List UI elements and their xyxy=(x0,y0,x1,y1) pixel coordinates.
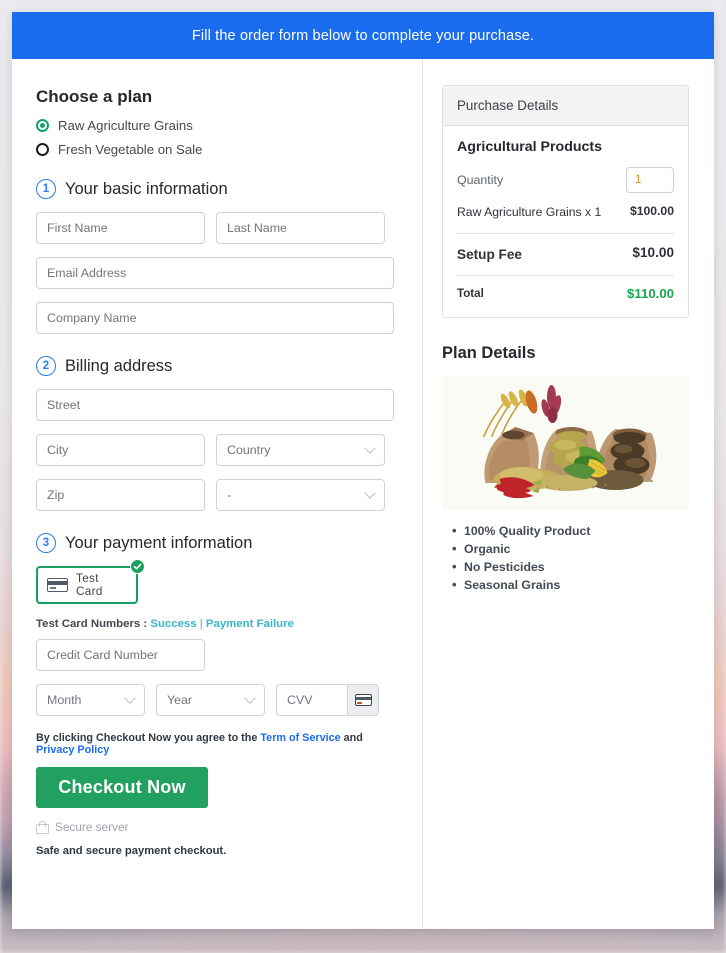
secure-server-row: Secure server xyxy=(36,820,394,834)
company-row xyxy=(36,302,394,334)
cvv-input[interactable]: CVV xyxy=(276,684,347,716)
country-select[interactable]: Country xyxy=(216,434,385,466)
test-card-option[interactable]: Test Card xyxy=(36,566,138,604)
company-name-input[interactable] xyxy=(36,302,394,334)
credit-card-number-input[interactable] xyxy=(36,639,205,671)
setup-fee-amount: $10.00 xyxy=(632,244,674,260)
test-card-option-wrap: Test Card xyxy=(36,559,145,604)
grain-sacks-photo xyxy=(442,375,689,511)
city-input[interactable] xyxy=(36,434,205,466)
step-title: Your payment information xyxy=(65,533,253,552)
quantity-stepper[interactable] xyxy=(626,167,674,193)
plan-option-label: Fresh Vegetable on Sale xyxy=(58,142,203,157)
test-card-failure-link[interactable]: Payment Failure xyxy=(206,618,294,630)
email-row xyxy=(36,257,394,289)
expiry-cvv-row: Month Year CVV xyxy=(36,684,394,716)
name-row xyxy=(36,212,394,244)
cvv-group: CVV xyxy=(276,684,379,716)
term-of-service-link[interactable]: Term of Service xyxy=(260,732,340,744)
list-item: No Pesticides xyxy=(452,559,689,574)
expiry-month-select[interactable]: Month xyxy=(36,684,145,716)
step-header-basic-information: 1 Your basic information xyxy=(36,179,394,199)
plan-option-raw-agriculture-grains[interactable]: Raw Agriculture Grains xyxy=(36,118,394,133)
radio-selected-icon[interactable] xyxy=(36,119,49,132)
terms-prefix: By clicking Checkout Now you agree to th… xyxy=(36,732,258,744)
privacy-policy-link[interactable]: Privacy Policy xyxy=(36,744,109,756)
expiry-year-select[interactable]: Year xyxy=(156,684,265,716)
order-form-column: Choose a plan Raw Agriculture Grains Fre… xyxy=(12,59,423,929)
zip-input[interactable] xyxy=(36,479,205,511)
product-name: Agricultural Products xyxy=(457,139,603,155)
test-card-numbers-label: Test Card Numbers : xyxy=(36,618,148,630)
cvv-card-icon-button[interactable] xyxy=(347,684,379,716)
step-number-badge: 2 xyxy=(36,356,56,376)
total-row: Total $110.00 xyxy=(457,276,674,305)
list-item: 100% Quality Product xyxy=(452,523,689,538)
test-card-label: Test Card xyxy=(76,572,103,598)
state-select[interactable]: - xyxy=(216,479,385,511)
line-item-amount: $100.00 xyxy=(629,204,674,218)
plan-benefits-list: 100% Quality Product Organic No Pesticid… xyxy=(442,523,689,592)
step-header-payment-information: 3 Your payment information xyxy=(36,533,394,553)
credit-card-icon xyxy=(354,694,372,706)
setup-fee-label: Setup Fee xyxy=(457,246,522,262)
first-name-input[interactable] xyxy=(36,212,205,244)
test-card-separator: | xyxy=(199,618,203,630)
credit-card-icon xyxy=(47,578,68,592)
secure-server-label: Secure server xyxy=(55,820,129,834)
checkout-card: Fill the order form below to complete yo… xyxy=(12,12,714,929)
plan-option-label: Raw Agriculture Grains xyxy=(58,118,193,133)
step-title: Your basic information xyxy=(65,179,228,198)
last-name-input[interactable] xyxy=(216,212,385,244)
radio-unselected-icon[interactable] xyxy=(36,143,49,156)
total-label: Total xyxy=(457,287,484,301)
card-number-row xyxy=(36,639,394,671)
expiry-month-value: Month xyxy=(36,684,145,716)
topbar-message: Fill the order form below to complete yo… xyxy=(191,27,535,44)
expiry-year-value: Year xyxy=(156,684,265,716)
step-number-badge: 1 xyxy=(36,179,56,199)
safe-checkout-note: Safe and secure payment checkout. xyxy=(36,845,227,857)
checkout-now-button[interactable]: Checkout Now xyxy=(36,767,208,808)
choose-plan-heading: Choose a plan xyxy=(36,87,153,106)
zip-state-row: - xyxy=(36,479,394,511)
email-field[interactable] xyxy=(36,257,394,289)
lock-icon xyxy=(36,820,49,834)
line-item-label: Raw Agriculture Grains x 1 xyxy=(457,205,602,219)
plan-details-title: Plan Details xyxy=(442,344,536,363)
city-country-row: Country xyxy=(36,434,394,466)
summary-column: Purchase Details Agricultural Products Q… xyxy=(423,59,714,929)
step-header-billing-address: 2 Billing address xyxy=(36,356,394,376)
purchase-details-panel: Purchase Details Agricultural Products Q… xyxy=(442,85,689,319)
list-item: Seasonal Grains xyxy=(452,577,689,592)
street-row xyxy=(36,389,394,421)
card-body: Choose a plan Raw Agriculture Grains Fre… xyxy=(12,59,714,929)
check-circle-icon xyxy=(130,559,145,574)
test-card-success-link[interactable]: Success xyxy=(150,618,196,630)
test-card-numbers-row: Test Card Numbers : Success | Payment Fa… xyxy=(36,618,394,630)
quantity-row: Quantity xyxy=(457,167,674,193)
purchase-details-title: Purchase Details xyxy=(443,86,688,126)
total-amount: $110.00 xyxy=(627,286,674,302)
topbar-banner: Fill the order form below to complete yo… xyxy=(12,12,714,59)
purchase-details-body: Agricultural Products Quantity Raw Agric… xyxy=(443,126,688,317)
state-select-value: - xyxy=(216,479,385,511)
list-item: Organic xyxy=(452,541,689,556)
country-select-value: Country xyxy=(216,434,385,466)
quantity-label: Quantity xyxy=(457,173,504,187)
plan-option-fresh-vegetable-on-sale[interactable]: Fresh Vegetable on Sale xyxy=(36,142,394,157)
setup-fee-row: Setup Fee $10.00 xyxy=(457,234,674,276)
step-title: Billing address xyxy=(65,356,173,375)
step-number-badge: 3 xyxy=(36,533,56,553)
terms-and: and xyxy=(343,732,363,744)
street-input[interactable] xyxy=(36,389,394,421)
terms-agreement-text: By clicking Checkout Now you agree to th… xyxy=(36,732,394,756)
line-item-row: Raw Agriculture Grains x 1 $100.00 xyxy=(457,204,674,233)
